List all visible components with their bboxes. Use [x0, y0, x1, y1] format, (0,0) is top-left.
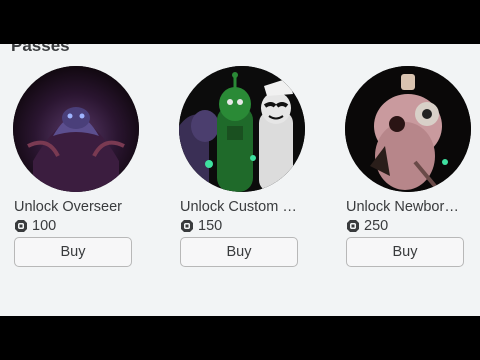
- buy-button-overseer[interactable]: Buy: [14, 237, 132, 267]
- pass-name: Unlock Custom S...: [180, 199, 298, 215]
- price-value: 150: [198, 218, 223, 234]
- pass-card-newborn[interactable]: Unlock Newborn ... 250 Buy: [342, 66, 474, 276]
- pass-card-overseer[interactable]: Unlock Overseer 100 Buy: [10, 66, 142, 276]
- robux-icon: [180, 219, 194, 233]
- buy-button-newborn[interactable]: Buy: [346, 237, 464, 267]
- pass-name: Unlock Newborn ...: [346, 199, 464, 215]
- pass-thumbnail-overseer[interactable]: [13, 66, 139, 192]
- robux-icon: [346, 219, 360, 233]
- pass-card-custom[interactable]: Unlock Custom S... 150 Buy: [176, 66, 308, 276]
- robux-icon: [14, 219, 28, 233]
- pass-thumbnail-custom[interactable]: [179, 66, 305, 192]
- section-title: Passes: [11, 44, 70, 55]
- price-row: 150: [180, 217, 222, 235]
- price-row: 100: [14, 217, 56, 235]
- passes-panel: Passes Unlock Overseer 100 Buy Unlock Cu…: [0, 44, 480, 316]
- pass-thumbnail-newborn[interactable]: [345, 66, 471, 192]
- price-row: 250: [346, 217, 388, 235]
- pass-name: Unlock Overseer: [14, 199, 122, 215]
- buy-button-custom[interactable]: Buy: [180, 237, 298, 267]
- price-value: 250: [364, 218, 389, 234]
- price-value: 100: [32, 218, 57, 234]
